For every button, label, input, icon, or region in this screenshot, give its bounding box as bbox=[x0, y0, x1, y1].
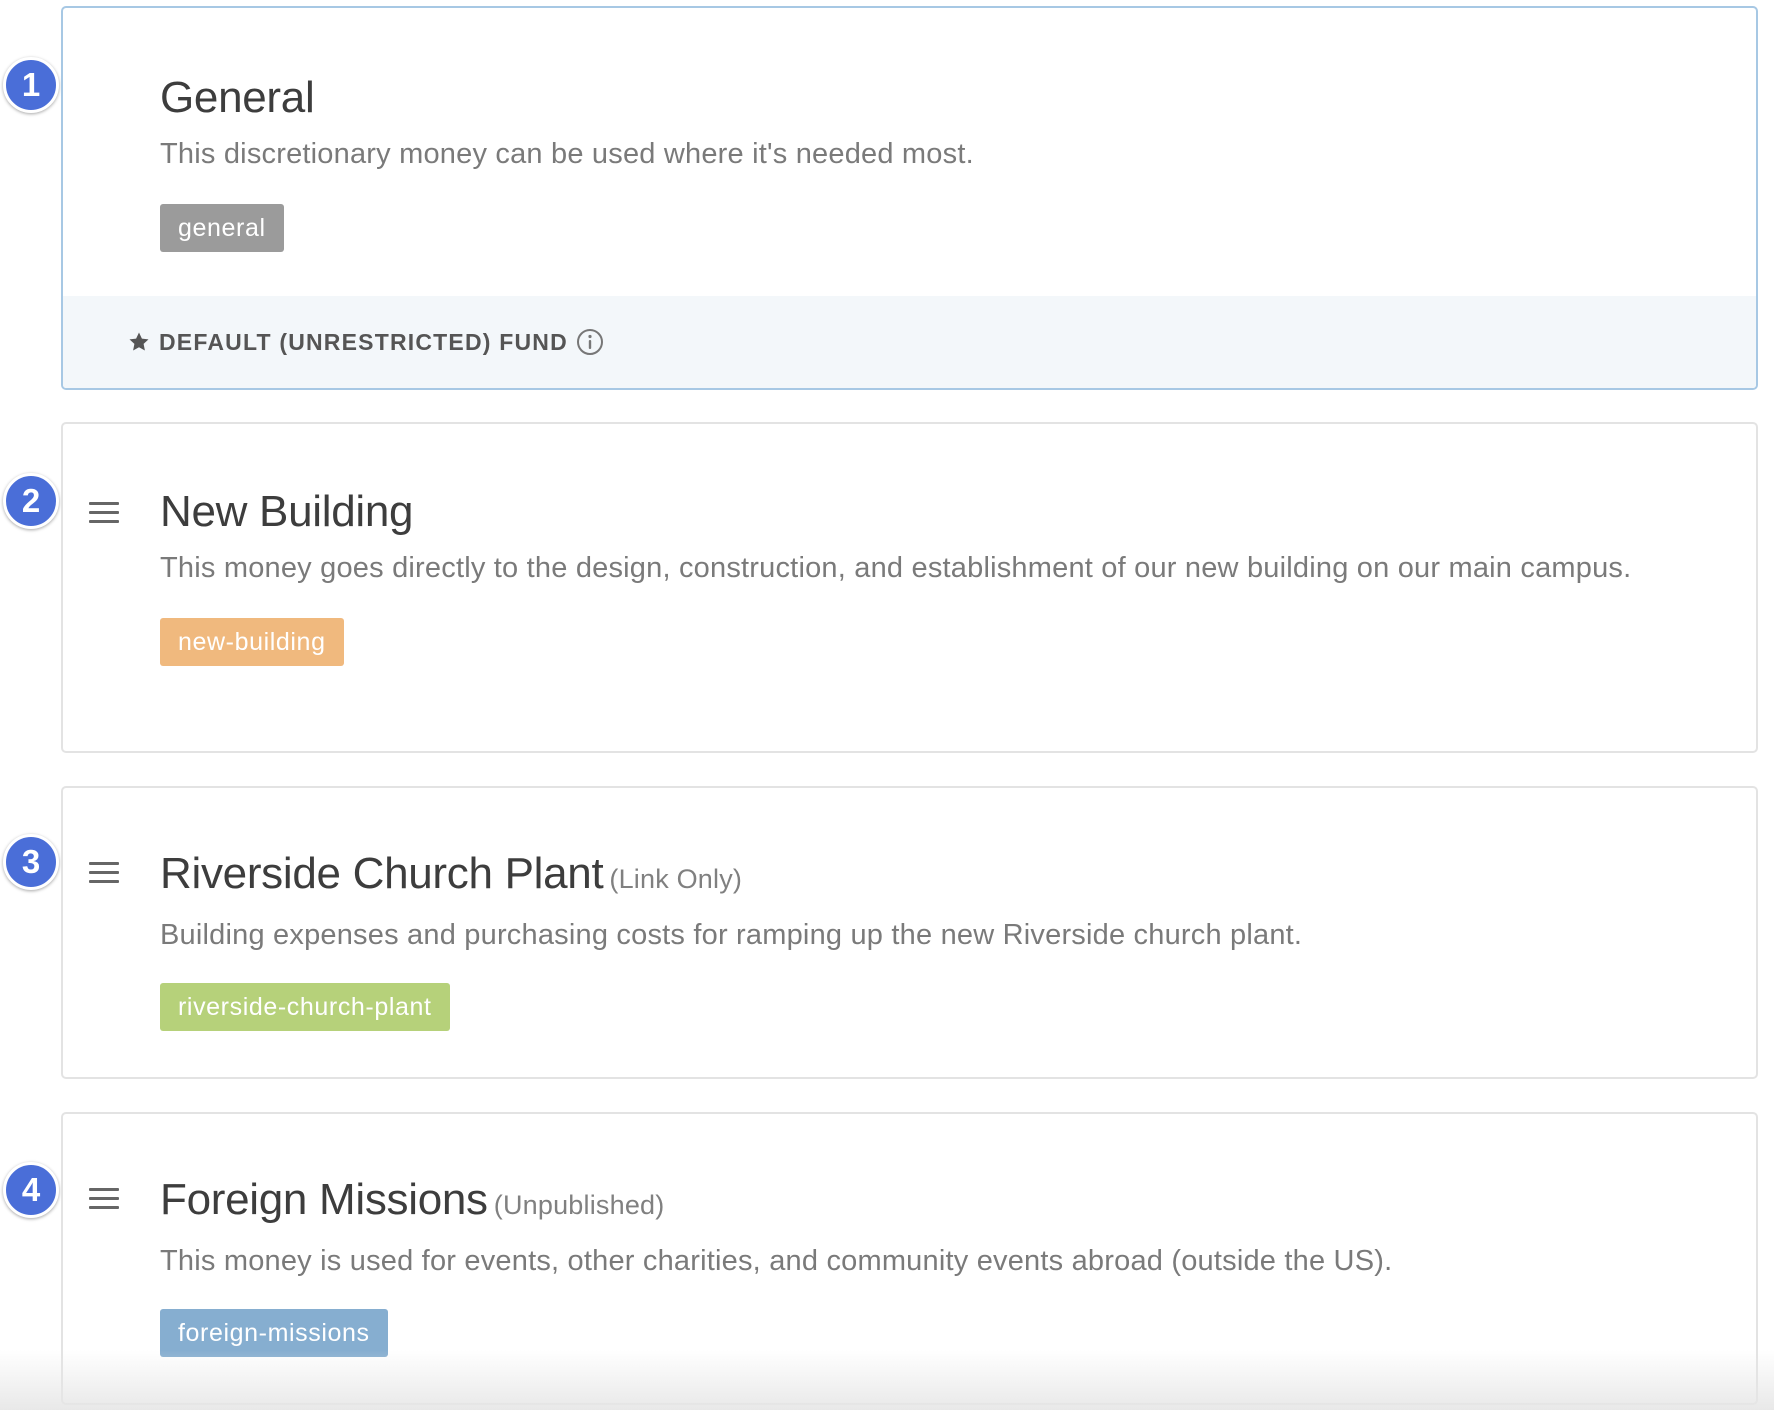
fund-title: Riverside Church Plant (Link Only) bbox=[160, 846, 1756, 907]
fund-tag: riverside-church-plant bbox=[160, 983, 450, 1031]
step-badge-3: 3 bbox=[3, 834, 59, 890]
fund-description: This money is used for events, other cha… bbox=[160, 1245, 1393, 1277]
fund-title-text: Foreign Missions bbox=[160, 1175, 488, 1224]
fund-title: New Building bbox=[160, 484, 1756, 540]
step-badge-1: 1 bbox=[3, 57, 59, 113]
fund-tag: foreign-missions bbox=[160, 1309, 388, 1357]
fund-card-riverside-church-plant[interactable]: Riverside Church Plant (Link Only) Buildi… bbox=[61, 786, 1758, 1079]
fund-card-foreign-missions[interactable]: Foreign Missions (Unpublished) This money… bbox=[61, 1112, 1758, 1405]
fund-description: This money goes directly to the design, … bbox=[160, 552, 1632, 584]
fund-title: Foreign Missions (Unpublished) bbox=[160, 1172, 1756, 1233]
fund-title-text: General bbox=[160, 73, 315, 122]
default-fund-label: DEFAULT (UNRESTRICTED) FUND bbox=[159, 328, 568, 355]
fund-visibility-label: (Link Only) bbox=[609, 864, 743, 894]
default-fund-footer: DEFAULT (UNRESTRICTED) FUND bbox=[63, 296, 1756, 388]
fund-title: General bbox=[160, 70, 1756, 126]
fund-card-body: General This discretionary money can be … bbox=[63, 8, 1756, 252]
star-icon bbox=[129, 332, 149, 351]
info-icon[interactable] bbox=[576, 328, 604, 356]
step-badge-4: 4 bbox=[3, 1162, 59, 1218]
fund-card-body: Riverside Church Plant (Link Only) Buildi… bbox=[63, 788, 1756, 1031]
fund-tag: new-building bbox=[160, 618, 344, 666]
fund-description: This discretionary money can be used whe… bbox=[160, 138, 974, 170]
fund-description: Building expenses and purchasing costs f… bbox=[160, 919, 1303, 951]
step-badge-2: 2 bbox=[3, 473, 59, 529]
fund-title-text: New Building bbox=[160, 487, 414, 536]
fund-card-general[interactable]: General This discretionary money can be … bbox=[61, 6, 1758, 390]
fund-title-text: Riverside Church Plant bbox=[160, 849, 604, 898]
fund-card-body: Foreign Missions (Unpublished) This money… bbox=[63, 1114, 1756, 1357]
fund-visibility-label: (Unpublished) bbox=[493, 1190, 665, 1220]
fund-card-body: New Building This money goes directly to… bbox=[63, 424, 1756, 666]
fund-card-new-building[interactable]: New Building This money goes directly to… bbox=[61, 422, 1758, 753]
fund-tag: general bbox=[160, 204, 284, 252]
